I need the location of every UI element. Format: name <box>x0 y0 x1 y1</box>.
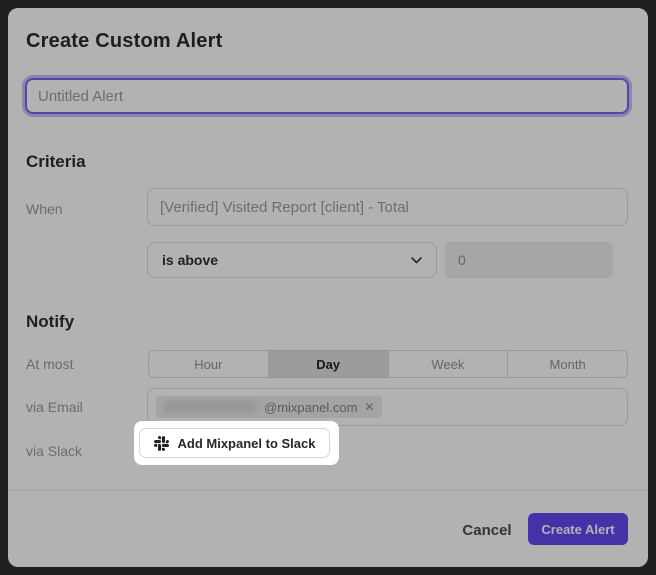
remove-email-icon[interactable]: ✕ <box>364 401 374 413</box>
condition-dropdown-value: is above <box>162 252 218 268</box>
when-label: When <box>26 201 63 217</box>
event-input[interactable] <box>147 188 628 226</box>
cancel-button[interactable]: Cancel <box>456 518 518 542</box>
email-chip: @mixpanel.com ✕ <box>156 396 382 418</box>
create-alert-button[interactable]: Create Alert <box>528 513 628 545</box>
chevron-down-icon <box>411 257 422 264</box>
add-mixpanel-to-slack-button[interactable]: Add Mixpanel to Slack <box>139 428 330 458</box>
condition-dropdown[interactable]: is above <box>147 242 437 278</box>
slack-logo-icon <box>154 436 169 451</box>
frequency-option-week[interactable]: Week <box>388 351 508 377</box>
slack-spotlight: Add Mixpanel to Slack <box>134 421 339 465</box>
via-email-label: via Email <box>26 399 83 415</box>
frequency-segmented-control: Hour Day Week Month <box>148 350 628 378</box>
create-custom-alert-dialog: Create Custom Alert Criteria When is abo… <box>8 8 648 567</box>
via-slack-label: via Slack <box>26 443 82 459</box>
threshold-input[interactable] <box>445 242 613 278</box>
at-most-label: At most <box>26 356 73 372</box>
notify-heading: Notify <box>26 312 74 332</box>
slack-button-label: Add Mixpanel to Slack <box>178 436 316 451</box>
email-redacted-name <box>164 401 256 413</box>
alert-name-input[interactable] <box>25 78 629 114</box>
email-domain-text: @mixpanel.com <box>264 400 357 415</box>
footer-divider <box>8 490 648 491</box>
frequency-option-month[interactable]: Month <box>507 351 627 377</box>
frequency-option-day[interactable]: Day <box>268 351 388 377</box>
criteria-heading: Criteria <box>26 152 86 172</box>
frequency-option-hour[interactable]: Hour <box>149 351 268 377</box>
dialog-title: Create Custom Alert <box>26 30 222 53</box>
